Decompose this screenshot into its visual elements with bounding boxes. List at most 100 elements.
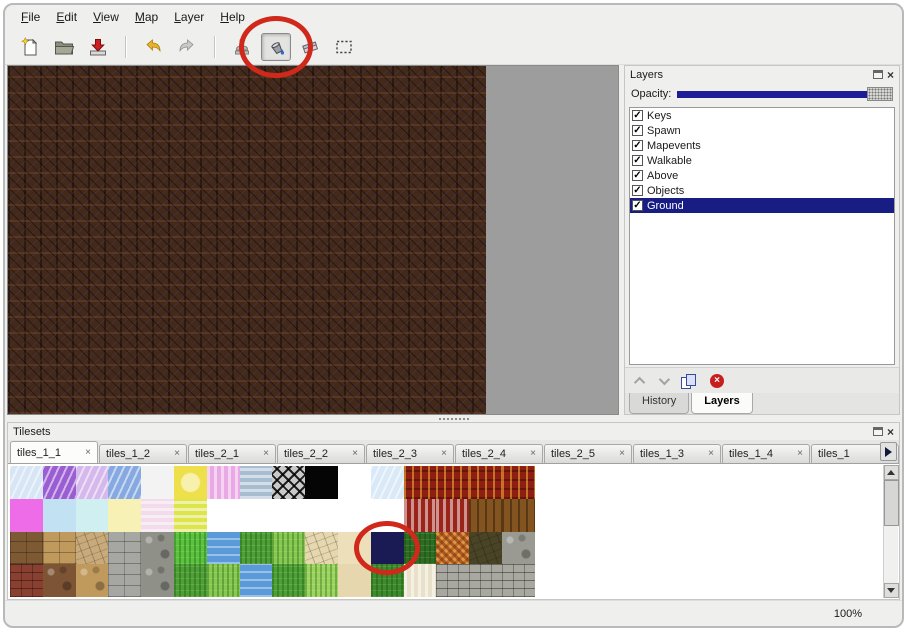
palette-tile[interactable]: [207, 499, 240, 532]
move-layer-up-icon[interactable]: [634, 376, 645, 387]
palette-tile[interactable]: [174, 532, 207, 565]
palette-tile[interactable]: [436, 499, 469, 532]
palette-tile[interactable]: [338, 564, 371, 597]
move-layer-down-icon[interactable]: [659, 373, 670, 384]
palette-tile[interactable]: [436, 532, 469, 565]
tab-close-icon[interactable]: ×: [352, 449, 358, 459]
tileset-tab-tiles_2_1[interactable]: tiles_2_1×: [188, 444, 276, 463]
tab-close-icon[interactable]: ×: [530, 449, 536, 459]
scroll-up-button[interactable]: [884, 465, 899, 480]
layer-visibility-checkbox[interactable]: ✓: [632, 125, 643, 136]
stamp-tool-button[interactable]: [227, 33, 257, 61]
layer-visibility-checkbox[interactable]: ✓: [632, 155, 643, 166]
palette-tile[interactable]: [10, 564, 43, 597]
layer-row-keys[interactable]: ✓Keys: [630, 108, 894, 123]
menu-file[interactable]: File: [13, 7, 48, 27]
layer-row-walkable[interactable]: ✓Walkable: [630, 153, 894, 168]
menu-help[interactable]: Help: [212, 7, 253, 27]
palette-tile[interactable]: [469, 499, 502, 532]
tab-close-icon[interactable]: ×: [85, 448, 91, 458]
palette-tile[interactable]: [76, 564, 109, 597]
tab-scroll-right-button[interactable]: [880, 442, 897, 461]
palette-tile[interactable]: [76, 499, 109, 532]
palette-tile[interactable]: [371, 466, 404, 499]
layer-visibility-checkbox[interactable]: ✓: [632, 110, 643, 121]
tab-close-icon[interactable]: ×: [441, 449, 447, 459]
scroll-thumb[interactable]: [884, 480, 899, 526]
tab-close-icon[interactable]: ×: [619, 449, 625, 459]
redo-button[interactable]: [172, 33, 202, 61]
open-button[interactable]: [49, 33, 79, 61]
palette-tile[interactable]: [141, 564, 174, 597]
palette-tile[interactable]: [371, 564, 404, 597]
palette-tile[interactable]: [469, 466, 502, 499]
scroll-down-button[interactable]: [884, 583, 899, 598]
tileset-tab-tiles_2_5[interactable]: tiles_2_5×: [544, 444, 632, 463]
fill-tool-button[interactable]: [261, 33, 291, 61]
splitter-grip-icon[interactable]: [438, 417, 470, 421]
tileset-tab-tiles_2_3[interactable]: tiles_2_3×: [366, 444, 454, 463]
tab-close-icon[interactable]: ×: [797, 449, 803, 459]
tab-close-icon[interactable]: ×: [708, 449, 714, 459]
opacity-slider[interactable]: [677, 87, 893, 101]
tileset-tab-tiles_2_4[interactable]: tiles_2_4×: [455, 444, 543, 463]
layer-row-above[interactable]: ✓Above: [630, 168, 894, 183]
palette-tile[interactable]: [469, 532, 502, 565]
palette-tile[interactable]: [338, 532, 371, 565]
delete-layer-icon[interactable]: ×: [710, 374, 724, 388]
palette-tile[interactable]: [240, 499, 273, 532]
palette-tile[interactable]: [338, 466, 371, 499]
palette-tile[interactable]: [305, 564, 338, 597]
tileset-tab-tiles_1_1[interactable]: tiles_1_1×: [10, 441, 98, 463]
palette-tile[interactable]: [207, 532, 240, 565]
palette-tile[interactable]: [174, 466, 207, 499]
menu-view[interactable]: View: [85, 7, 127, 27]
palette-tile[interactable]: [272, 499, 305, 532]
palette-tile[interactable]: [272, 564, 305, 597]
tileset-tab-tiles_1_3[interactable]: tiles_1_3×: [633, 444, 721, 463]
palette-tile[interactable]: [272, 466, 305, 499]
layer-row-objects[interactable]: ✓Objects: [630, 183, 894, 198]
undo-button[interactable]: [138, 33, 168, 61]
palette-tile[interactable]: [305, 499, 338, 532]
tileset-tab-tiles_1_4[interactable]: tiles_1_4×: [722, 444, 810, 463]
menu-layer[interactable]: Layer: [166, 7, 212, 27]
map-canvas[interactable]: [8, 66, 486, 414]
palette-tile[interactable]: [240, 564, 273, 597]
palette-tile[interactable]: [469, 564, 502, 597]
tab-close-icon[interactable]: ×: [174, 449, 180, 459]
select-tool-button[interactable]: [329, 33, 359, 61]
palette-tile[interactable]: [404, 499, 437, 532]
palette-tile[interactable]: [207, 466, 240, 499]
save-button[interactable]: [83, 33, 113, 61]
palette-tile[interactable]: [10, 466, 43, 499]
palette-tile[interactable]: [338, 499, 371, 532]
duplicate-layer-icon[interactable]: [681, 374, 696, 388]
tileset-tab-tiles_2_2[interactable]: tiles_2_2×: [277, 444, 365, 463]
menu-edit[interactable]: Edit: [48, 7, 85, 27]
palette-tile[interactable]: [174, 564, 207, 597]
eraser-tool-button[interactable]: [295, 33, 325, 61]
palette-tile[interactable]: [371, 532, 404, 565]
horizontal-splitter[interactable]: [5, 415, 902, 422]
palette-tile[interactable]: [502, 564, 535, 597]
palette-tile[interactable]: [436, 564, 469, 597]
palette-tile[interactable]: [502, 499, 535, 532]
palette-tile[interactable]: [141, 499, 174, 532]
palette-tile[interactable]: [371, 499, 404, 532]
palette-tile[interactable]: [43, 499, 76, 532]
layer-visibility-checkbox[interactable]: ✓: [632, 140, 643, 151]
palette-v-scrollbar[interactable]: [883, 465, 898, 598]
palette-tile[interactable]: [10, 532, 43, 565]
palette-tile[interactable]: [502, 466, 535, 499]
palette-tile[interactable]: [108, 564, 141, 597]
palette-tile[interactable]: [174, 499, 207, 532]
palette-tile[interactable]: [502, 532, 535, 565]
menu-map[interactable]: Map: [127, 7, 166, 27]
palette-tile[interactable]: [76, 532, 109, 565]
palette-tile[interactable]: [272, 532, 305, 565]
palette-tile[interactable]: [404, 532, 437, 565]
layer-visibility-checkbox[interactable]: ✓: [632, 170, 643, 181]
scroll-track[interactable]: [884, 480, 899, 583]
layer-row-ground[interactable]: ✓Ground: [630, 198, 894, 213]
